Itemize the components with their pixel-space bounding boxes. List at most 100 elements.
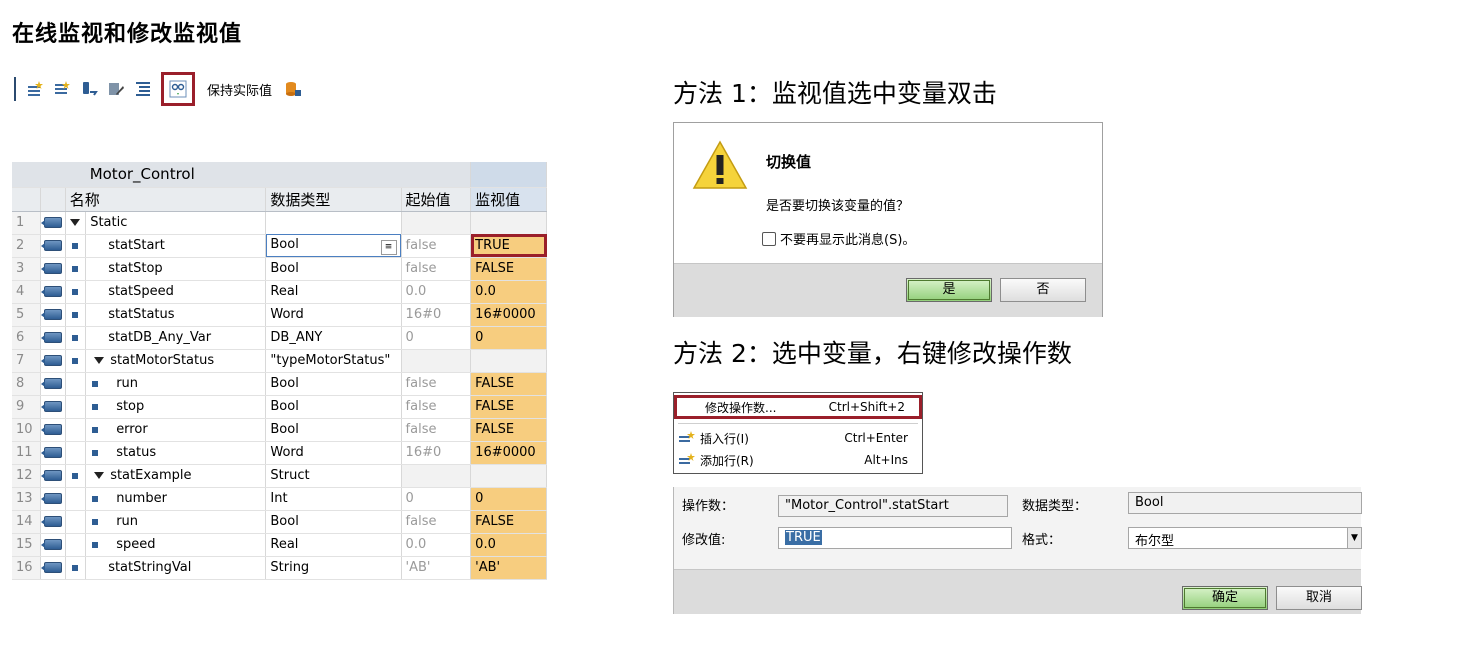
variable-name[interactable]: speed: [85, 533, 267, 557]
data-type-cell[interactable]: String: [265, 556, 402, 580]
variable-name[interactable]: stop: [85, 395, 267, 419]
snapshot-icon[interactable]: [78, 78, 100, 100]
variable-name[interactable]: status: [85, 441, 267, 465]
monitor-value-cell[interactable]: 0: [470, 487, 547, 511]
monitor-value-cell[interactable]: 16#0000: [470, 441, 547, 465]
variable-name[interactable]: error: [85, 418, 267, 442]
variable-name[interactable]: statDB_Any_Var: [85, 326, 267, 350]
monitor-value-cell[interactable]: TRUE: [470, 234, 547, 258]
monitor-value-cell[interactable]: [470, 349, 547, 373]
monitor-icon[interactable]: [161, 72, 195, 106]
start-value-cell: 16#0: [401, 303, 472, 327]
variable-name[interactable]: run: [85, 372, 267, 396]
column-header-monitor-value[interactable]: 监视值: [470, 187, 547, 212]
data-type-cell[interactable]: Bool: [265, 510, 402, 534]
monitor-value-cell[interactable]: FALSE: [470, 395, 547, 419]
variable-name[interactable]: statMotorStatus: [85, 349, 267, 373]
table-row[interactable]: 11 status Word 16#0 16#0000: [12, 441, 547, 465]
variable-icon: [40, 211, 66, 235]
monitor-value-cell[interactable]: 'AB': [470, 556, 547, 580]
table-row[interactable]: 12 statExample Struct: [12, 464, 547, 488]
data-type-cell[interactable]: "typeMotorStatus": [265, 349, 402, 373]
menu-item-shortcut: Alt+Ins: [864, 453, 908, 467]
variable-name[interactable]: statStart: [85, 234, 267, 258]
data-type-cell[interactable]: Real: [265, 533, 402, 557]
column-header-name[interactable]: 名称: [65, 187, 267, 212]
data-type-cell[interactable]: Word: [265, 303, 402, 327]
monitor-value-cell[interactable]: 0.0: [470, 280, 547, 304]
database-icon[interactable]: [282, 78, 304, 100]
data-type-cell[interactable]: Bool: [265, 395, 402, 419]
menu-item-modify-operand[interactable]: 修改操作数... Ctrl+Shift+2: [674, 395, 922, 419]
variable-name[interactable]: number: [85, 487, 267, 511]
chevron-down-icon[interactable]: ▼: [1347, 528, 1361, 548]
table-row[interactable]: 13 number Int 0 0: [12, 487, 547, 511]
row-number: 1: [12, 211, 42, 235]
list-icon[interactable]: ≡: [380, 239, 397, 255]
table-row[interactable]: 9 stop Bool false FALSE: [12, 395, 547, 419]
table-row[interactable]: 16 statStringVal String 'AB' 'AB': [12, 556, 547, 580]
operand-label: 操作数：: [682, 499, 735, 514]
table-row[interactable]: 10 error Bool false FALSE: [12, 418, 547, 442]
monitor-value-cell[interactable]: [470, 211, 547, 235]
format-select[interactable]: 布尔型 ▼: [1128, 527, 1362, 549]
data-type-cell[interactable]: Bool: [265, 372, 402, 396]
variable-name[interactable]: statExample: [85, 464, 267, 488]
keep-actual-value-button[interactable]: 保持实际值: [207, 80, 272, 99]
column-header-data-type[interactable]: 数据类型: [265, 187, 402, 212]
dont-show-again-checkbox[interactable]: 不要再显示此消息(S)。: [762, 229, 915, 248]
variable-name[interactable]: Static: [85, 211, 267, 235]
expand-toggle-icon[interactable]: [94, 357, 105, 364]
data-type-text: Bool: [270, 399, 299, 414]
variable-name[interactable]: run: [85, 510, 267, 534]
member-bullet-icon: [72, 472, 79, 479]
table-row[interactable]: 15 speed Real 0.0 0.0: [12, 533, 547, 557]
table-row[interactable]: 14 run Bool false FALSE: [12, 510, 547, 534]
expand-all-icon[interactable]: [132, 78, 154, 100]
variable-name[interactable]: statStatus: [85, 303, 267, 327]
table-row[interactable]: 3 statStop Bool false FALSE: [12, 257, 547, 281]
monitor-value-cell[interactable]: [470, 464, 547, 488]
expand-toggle-icon[interactable]: [70, 219, 81, 226]
menu-item-insert-row[interactable]: 插入行(I) Ctrl+Enter: [674, 428, 922, 448]
monitor-value-cell[interactable]: FALSE: [470, 257, 547, 281]
table-row[interactable]: 8 run Bool false FALSE: [12, 372, 547, 396]
monitor-value-cell[interactable]: FALSE: [470, 418, 547, 442]
data-type-cell[interactable]: DB_ANY: [265, 326, 402, 350]
checkbox-box[interactable]: [762, 231, 776, 246]
data-type-cell[interactable]: Struct: [265, 464, 402, 488]
table-row[interactable]: 7 statMotorStatus "typeMotorStatus": [12, 349, 547, 373]
variable-name[interactable]: statStop: [85, 257, 267, 281]
variable-name[interactable]: statStringVal: [85, 556, 267, 580]
monitor-value-cell[interactable]: FALSE: [470, 372, 547, 396]
cancel-button[interactable]: 取消: [1276, 586, 1362, 610]
copy-snapshot-icon[interactable]: [105, 78, 127, 100]
variable-name[interactable]: statSpeed: [85, 280, 267, 304]
data-type-cell[interactable]: Bool: [265, 257, 402, 281]
column-header-start-value[interactable]: 起始值: [401, 187, 472, 212]
monitor-value-cell[interactable]: 0.0: [470, 533, 547, 557]
add-row-icon[interactable]: [51, 78, 73, 100]
data-type-cell[interactable]: [265, 211, 402, 235]
data-type-cell[interactable]: Real: [265, 280, 402, 304]
data-type-cell[interactable]: Bool ≡: [265, 234, 402, 258]
data-type-cell[interactable]: Int: [265, 487, 402, 511]
monitor-value-cell[interactable]: 0: [470, 326, 547, 350]
insert-row-icon[interactable]: [24, 78, 46, 100]
monitor-value-cell[interactable]: 16#0000: [470, 303, 547, 327]
yes-button[interactable]: 是: [906, 278, 992, 302]
data-type-cell[interactable]: Word: [265, 441, 402, 465]
expand-toggle-icon[interactable]: [94, 472, 105, 479]
table-row[interactable]: 2 statStart Bool ≡ false TRUE: [12, 234, 547, 258]
no-button[interactable]: 否: [1000, 278, 1086, 302]
table-row[interactable]: 4 statSpeed Real 0.0 0.0: [12, 280, 547, 304]
monitor-value-cell[interactable]: FALSE: [470, 510, 547, 534]
modify-value-text: TRUE: [785, 530, 822, 545]
table-row[interactable]: 5 statStatus Word 16#0 16#0000: [12, 303, 547, 327]
menu-item-add-row[interactable]: 添加行(R) Alt+Ins: [674, 450, 922, 470]
ok-button[interactable]: 确定: [1182, 586, 1268, 610]
modify-value-input[interactable]: TRUE: [778, 527, 1012, 549]
table-row[interactable]: 6 statDB_Any_Var DB_ANY 0 0: [12, 326, 547, 350]
data-type-cell[interactable]: Bool: [265, 418, 402, 442]
table-row[interactable]: 1 Static: [12, 211, 547, 235]
